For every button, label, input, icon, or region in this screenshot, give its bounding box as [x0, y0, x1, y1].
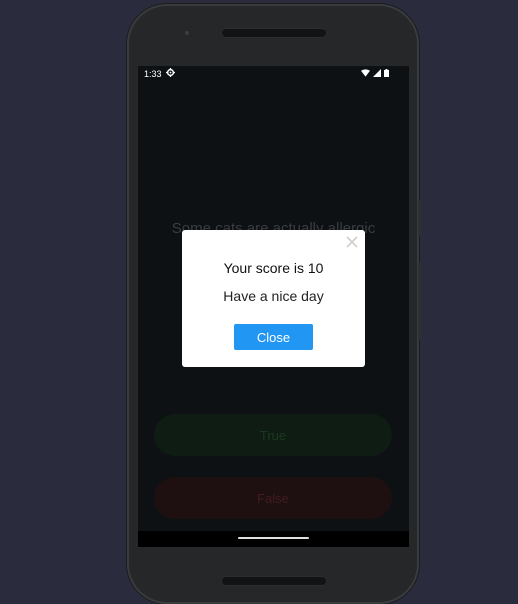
- close-icon[interactable]: [345, 235, 359, 249]
- top-speaker: [221, 28, 327, 38]
- wifi-icon: [361, 68, 370, 79]
- bottom-speaker: [221, 576, 327, 586]
- true-button-label: True: [259, 427, 287, 443]
- dialog-title: Your score is 10: [223, 260, 324, 276]
- close-button-label: Close: [256, 329, 291, 345]
- volume-button: [418, 262, 422, 340]
- false-button[interactable]: False: [154, 477, 392, 519]
- status-time: 1:33: [144, 68, 162, 79]
- dialog-message: Have a nice day: [223, 288, 324, 304]
- gear-icon: [165, 68, 175, 79]
- true-button[interactable]: True: [154, 414, 392, 456]
- false-button-label: False: [257, 490, 289, 506]
- cell-signal-icon: [373, 68, 381, 79]
- home-handle[interactable]: [238, 537, 309, 539]
- navigation-bar: [138, 531, 409, 547]
- power-button: [418, 200, 422, 236]
- front-camera: [185, 31, 189, 35]
- status-bar: 1:33: [138, 66, 409, 81]
- battery-icon: [384, 68, 389, 79]
- score-dialog: Your score is 10 Have a nice day Close: [182, 230, 365, 367]
- close-button[interactable]: Close: [234, 324, 313, 350]
